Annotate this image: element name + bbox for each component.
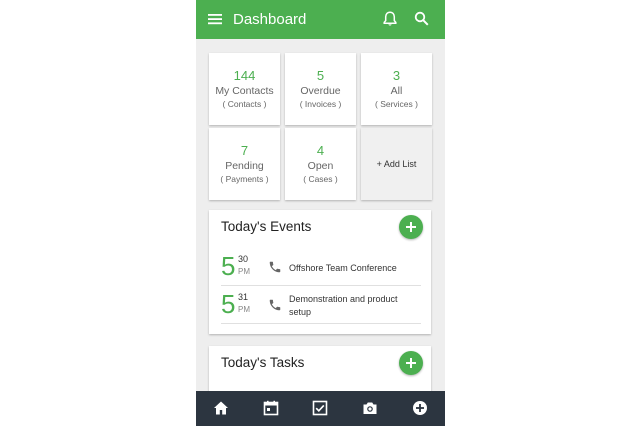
page-title: Dashboard (233, 11, 307, 28)
events-card: Today's Events 5 30 PM Offshore Team Con… (209, 210, 431, 334)
tile-label: Overdue (300, 85, 341, 97)
add-circle-icon[interactable] (412, 400, 428, 416)
event-minute: 30 (238, 254, 249, 264)
bottom-nav (196, 391, 445, 426)
add-task-button[interactable] (399, 351, 423, 375)
event-name: Offshore Team Conference (289, 262, 397, 273)
event-ampm: PM (238, 267, 250, 276)
events-card-title: Today's Events (221, 219, 312, 234)
tile-pending[interactable]: 7 Pending ( Payments ) (209, 128, 280, 200)
tile-sublabel: ( Payments ) (220, 174, 269, 184)
tile-label: All (390, 85, 403, 97)
event-day: 5 (221, 289, 236, 319)
app-bar: Dashboard (196, 0, 445, 39)
add-list-label: + Add List (376, 159, 417, 169)
event-day: 5 (221, 251, 236, 281)
tile-label: My Contacts (215, 85, 274, 97)
menu-icon[interactable] (208, 12, 222, 26)
bell-icon[interactable] (383, 11, 397, 27)
tile-count: 4 (316, 143, 325, 158)
event-name: Demonstration and product setup (289, 294, 398, 317)
tile-overdue[interactable]: 5 Overdue ( Invoices ) (285, 53, 356, 125)
tile-sublabel: ( Invoices ) (299, 99, 342, 109)
tile-count: 144 (233, 68, 256, 83)
home-icon[interactable] (213, 400, 229, 416)
phone-icon (269, 261, 281, 273)
search-icon[interactable] (414, 11, 429, 26)
tasks-card-title: Today's Tasks (221, 355, 305, 370)
add-event-button[interactable] (399, 215, 423, 239)
calendar-icon[interactable] (263, 400, 279, 416)
plus-icon (406, 222, 416, 232)
tile-count: 7 (240, 143, 249, 158)
tile-my-contacts[interactable]: 144 My Contacts ( Contacts ) (209, 53, 280, 125)
checkbox-icon[interactable] (312, 400, 328, 416)
list-item[interactable]: 5 30 PM Offshore Team Conference (221, 250, 421, 286)
tile-sublabel: ( Services ) (375, 99, 418, 109)
tile-sublabel: ( Contacts ) (222, 99, 267, 109)
plus-icon (406, 358, 416, 368)
tile-all[interactable]: 3 All ( Services ) (361, 53, 432, 125)
tile-sublabel: ( Cases ) (303, 174, 338, 184)
tile-count: 5 (316, 68, 325, 83)
tile-count: 3 (392, 68, 401, 83)
tile-open[interactable]: 4 Open ( Cases ) (285, 128, 356, 200)
event-minute: 31 (238, 292, 249, 302)
add-list-button[interactable]: + Add List (361, 128, 432, 200)
phone-icon (269, 299, 281, 311)
tile-label: Pending (225, 160, 264, 172)
tasks-card: Today's Tasks (209, 346, 431, 396)
tile-label: Open (307, 160, 334, 172)
event-ampm: PM (238, 305, 250, 314)
camera-icon[interactable] (362, 400, 378, 416)
phone-screen: Dashboard 144 My Contacts ( Contacts ) 5… (196, 0, 445, 426)
list-item[interactable]: 5 31 PM Demonstration and product setup (221, 288, 421, 324)
